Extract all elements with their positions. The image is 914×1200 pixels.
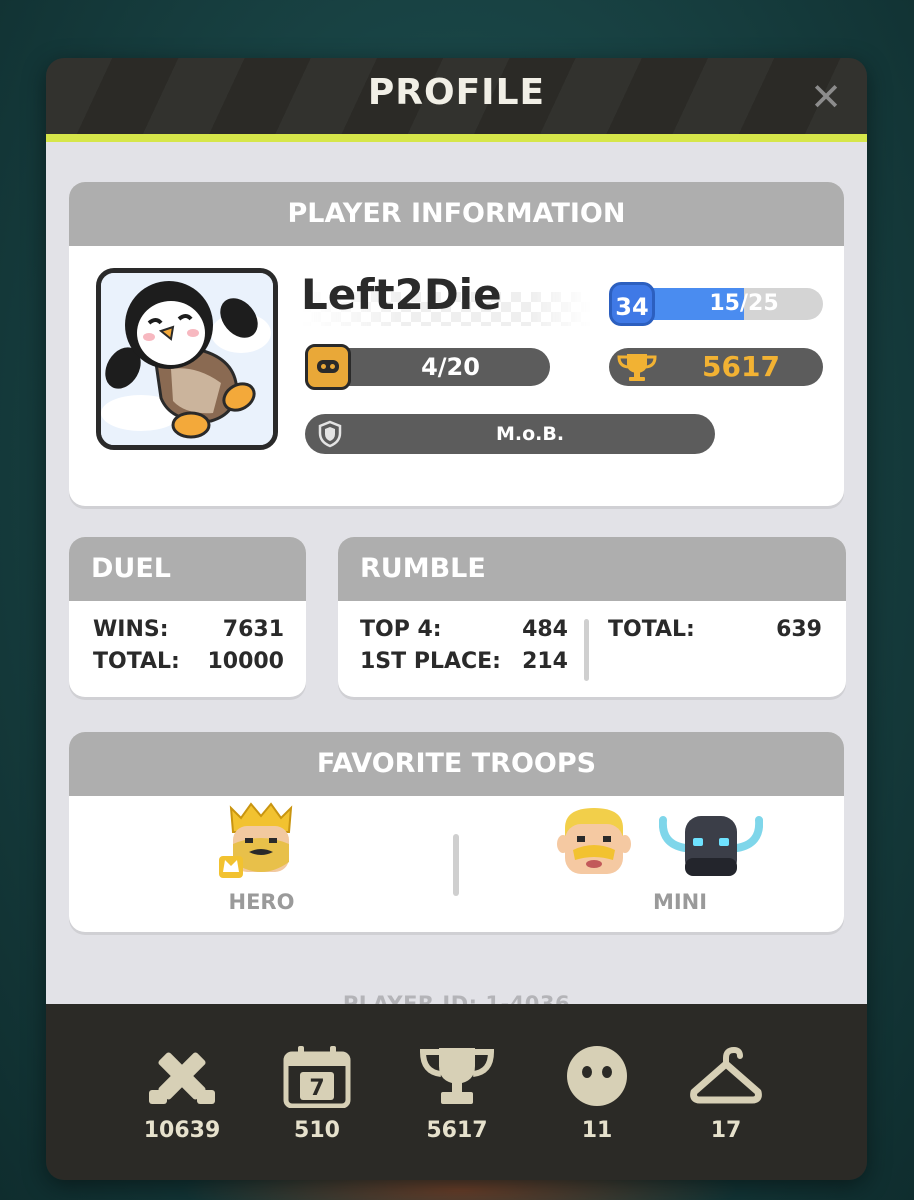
duel-wins-label: WINS: [93, 617, 169, 642]
rumble-total-label: TOTAL: [608, 617, 695, 642]
hero-label: HERO [228, 890, 295, 914]
footer-days-value: 510 [294, 1118, 340, 1143]
calendar-icon: 7 [283, 1046, 351, 1108]
duel-card: DUEL WINS: 7631 TOTAL: 10000 [69, 537, 306, 697]
player-avatar[interactable] [96, 268, 278, 450]
mini-troop-knight[interactable] [658, 808, 764, 880]
player-name: Left2Die [301, 270, 502, 319]
collection-icon [305, 344, 351, 390]
favorite-troops-card: FAVORITE TROOPS HERO MINI [69, 732, 844, 932]
footer-trophies-value: 5617 [426, 1118, 488, 1143]
close-button[interactable]: ✕ [807, 78, 845, 116]
mini-troop-barbarian[interactable] [555, 804, 633, 880]
footer-stat-battles[interactable]: 10639 [122, 1044, 242, 1143]
profile-footer: 10639 7 510 5617 11 17 [46, 1004, 867, 1180]
footer-battles-value: 10639 [143, 1118, 221, 1143]
duel-title: DUEL [69, 537, 306, 601]
duel-total-label: TOTAL: [93, 649, 180, 674]
mini-label: MINI [652, 890, 708, 914]
emote-icon [567, 1046, 627, 1106]
player-info-title: PLAYER INFORMATION [69, 182, 844, 246]
footer-stat-days[interactable]: 7 510 [257, 1044, 377, 1143]
header-accent-stripe [46, 134, 867, 142]
hanger-icon [690, 1046, 762, 1104]
penguin-avatar-icon [101, 273, 273, 445]
duel-total-value: 10000 [207, 649, 284, 674]
profile-header: PROFILE ✕ [46, 58, 867, 136]
page-title: PROFILE [367, 72, 546, 113]
trophy-count: 5617 [702, 350, 780, 383]
rumble-top4-label: TOP 4: [360, 617, 442, 642]
favorite-troops-title: FAVORITE TROOPS [69, 732, 844, 796]
footer-emotes-value: 11 [581, 1118, 613, 1143]
hero-troop[interactable] [219, 802, 303, 882]
rumble-title: RUMBLE [338, 537, 846, 601]
rumble-total-value: 639 [776, 617, 822, 642]
trophy-icon [419, 1048, 495, 1104]
close-icon: ✕ [810, 75, 842, 119]
rumble-top4-value: 484 [522, 617, 568, 642]
footer-stat-emotes[interactable]: 11 [537, 1044, 657, 1143]
calendar-day-text: 7 [309, 1076, 324, 1101]
collection-progress-text: 4/20 [421, 353, 480, 381]
profile-body: PLAYER INFORMATION Left2Die 15/25 34 4/2… [46, 142, 867, 1016]
rumble-first-place-value: 214 [522, 649, 568, 674]
duel-wins-value: 7631 [222, 617, 284, 642]
barbarian-king-icon [219, 802, 293, 878]
battles-icon [149, 1052, 215, 1104]
barbarian-icon [557, 808, 631, 874]
footer-skins-value: 17 [710, 1118, 742, 1143]
footer-stat-skins[interactable]: 17 [666, 1044, 786, 1143]
footer-stat-trophies[interactable]: 5617 [397, 1044, 517, 1143]
clan-name: M.o.B. [495, 423, 565, 445]
rumble-divider [584, 619, 589, 681]
collection-progress-pill[interactable]: 4/20 [305, 344, 550, 390]
dark-knight-icon [658, 816, 764, 876]
level-badge: 34 [609, 282, 655, 326]
troops-divider [453, 834, 459, 896]
shield-icon [318, 420, 342, 448]
rumble-card: RUMBLE TOP 4: 484 1ST PLACE: 214 TOTAL: … [338, 537, 846, 697]
player-info-card: PLAYER INFORMATION Left2Die 15/25 34 4/2… [69, 182, 844, 506]
trophy-icon [617, 354, 657, 381]
profile-panel: PROFILE ✕ PLAYER INFORMATION Left2Die 15… [46, 58, 867, 1180]
trophies-pill[interactable]: 5617 [609, 348, 823, 386]
rumble-first-place-label: 1ST PLACE: [360, 649, 501, 674]
clan-pill[interactable]: M.o.B. [305, 414, 715, 454]
